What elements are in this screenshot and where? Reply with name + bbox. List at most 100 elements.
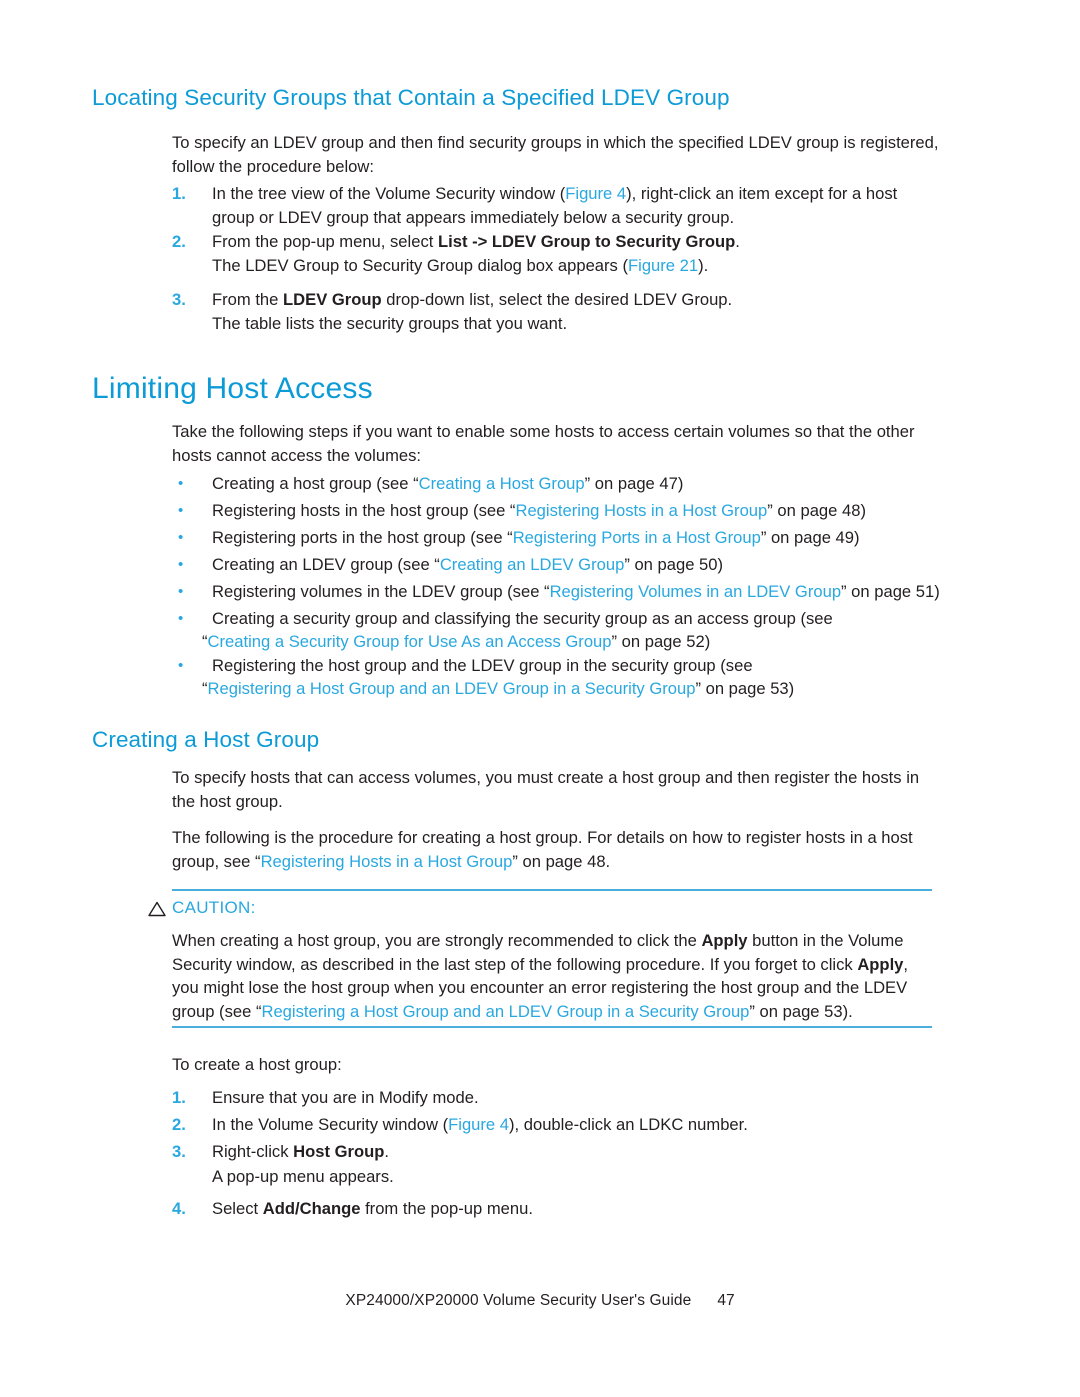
cross-reference-link[interactable]: Figure 4 [565,184,626,203]
step-text-a: From the [212,290,284,309]
bullet-text-post: ” on page 48) [767,501,866,520]
caution-bottom-rule [172,1026,932,1028]
list-item: 1. Ensure that you are in Modify mode. [172,1086,940,1110]
page-footer: XP24000/XP20000 Volume Security User's G… [0,1292,1080,1310]
step-text-a: Right-click [212,1142,294,1161]
list-item-text: Registering the host group and the LDEV … [212,656,753,675]
bullet-icon: • [178,556,184,573]
list-item-text: Registering ports in the host group (see… [212,526,940,550]
cross-reference-link[interactable]: Figure 4 [448,1115,509,1134]
substep-text-a: The LDEV Group to Security Group dialog … [212,256,628,275]
section-3-paragraph-1: To specify hosts that can access volumes… [172,768,920,811]
step-text-b: drop-down list, select the desired LDEV … [381,290,733,309]
bullet-icon: • [178,610,184,627]
step-text-b: . [384,1142,390,1161]
apply-button-bold: Apply [701,931,748,950]
section-3-paragraph-2: The following is the procedure for creat… [172,826,940,873]
cross-reference-link[interactable]: Registering a Host Group and an LDEV Gro… [208,679,696,698]
document-page: Locating Security Groups that Contain a … [0,0,1080,1397]
list-item-subtext: The table lists the security groups that… [212,314,568,333]
list-item-continuation: “Registering a Host Group and an LDEV Gr… [202,677,930,701]
footer-page-number: 47 [717,1292,735,1309]
cross-reference-link[interactable]: Registering Hosts in a Host Group [515,501,767,520]
step-text-b: ), double-click an LDKC number. [509,1115,748,1134]
section-1-intro-paragraph: To specify an LDEV group and then find s… [172,133,939,176]
list-item: 2. From the pop-up menu, select List -> … [172,230,940,254]
bullet-icon: • [178,502,184,519]
list-item-number: 1. [172,1088,186,1107]
list-item-number: 4. [172,1199,186,1218]
bullet-icon: • [178,583,184,600]
substep-text-b: ). [698,256,709,275]
list-item-text: Registering volumes in the LDEV group (s… [212,580,940,604]
footer-document-title: XP24000/XP20000 Volume Security User's G… [345,1292,692,1309]
cross-reference-link[interactable]: Registering Hosts in a Host Group [261,852,513,871]
field-label-bold: LDEV Group [283,290,382,309]
list-item: • Registering the host group and the LDE… [172,654,940,678]
host-group-bold: Host Group [293,1142,385,1161]
section-heading-locating-security-groups: Locating Security Groups that Contain a … [92,85,730,110]
bullet-text-pre: Registering hosts in the host group (see… [212,501,516,520]
list-item: • Creating an LDEV group (see “Creating … [172,553,940,577]
caution-top-rule [172,889,932,891]
cross-reference-link[interactable]: Creating a Host Group [419,474,585,493]
bullet-text-post: ” on page 53) [695,679,795,698]
bullet-text-post: ” on page 49) [760,528,860,547]
list-item: 4. Select Add/Change from the pop-up men… [172,1197,940,1221]
list-item-text: Creating a security group and classifyin… [212,609,833,628]
menu-path-bold: List -> LDEV Group to Security Group [437,232,736,251]
list-item: 3. Right-click Host Group. [172,1140,940,1164]
list-item-text: From the pop-up menu, select List -> LDE… [212,230,940,254]
step-text-a: From the pop-up menu, select [212,232,438,251]
cross-reference-link[interactable]: Registering Volumes in an LDEV Group [550,582,841,601]
list-item: • Creating a host group (see “Creating a… [172,472,940,496]
add-change-bold: Add/Change [262,1199,361,1218]
list-item-text: In the Volume Security window (Figure 4)… [212,1113,940,1137]
section-heading-limiting-host-access: Limiting Host Access [92,372,373,405]
step-text-b: . [735,232,740,251]
bullet-text-pre: Creating an LDEV group (see “ [212,555,440,574]
bullet-text-pre: Registering volumes in the LDEV group (s… [212,582,550,601]
list-item: • Registering volumes in the LDEV group … [172,580,940,604]
bullet-text-pre: Creating a host group (see “ [212,474,419,493]
list-item-continuation: “Creating a Security Group for Use As an… [202,630,930,654]
list-item-text: Select Add/Change from the pop-up menu. [212,1197,940,1221]
bullet-text-post: ” on page 52) [611,632,711,651]
caution-label: CAUTION: [172,898,256,917]
bullet-icon: • [178,529,184,546]
list-item-subtext: The LDEV Group to Security Group dialog … [212,254,940,278]
list-item-text: Registering hosts in the host group (see… [212,499,940,523]
list-item-text: In the tree view of the Volume Security … [212,182,940,229]
section-2-intro-paragraph: Take the following steps if you want to … [172,422,915,465]
list-item-number: 2. [172,1115,186,1134]
step-text-b: from the pop-up menu. [360,1199,533,1218]
section-heading-creating-a-host-group: Creating a Host Group [92,727,320,752]
paragraph-text-b: ” on page 48. [512,851,611,871]
cross-reference-link[interactable]: Creating an LDEV Group [440,555,624,574]
list-item-number: 3. [172,1142,186,1161]
cross-reference-link[interactable]: Creating a Security Group for Use As an … [208,632,612,651]
list-item: 2. In the Volume Security window (Figure… [172,1113,940,1137]
list-item-text: Creating a host group (see “Creating a H… [212,472,940,496]
bullet-text-post: ” on page 47) [584,474,684,493]
list-item-text: Creating an LDEV group (see “Creating an… [212,553,940,577]
list-item-text: From the LDEV Group drop-down list, sele… [212,288,940,312]
cross-reference-link[interactable]: Figure 21 [628,256,698,275]
bullet-text-post: ” on page 50) [624,555,724,574]
warning-triangle-icon [148,901,166,917]
list-item: • Creating a security group and classify… [172,607,940,631]
bullet-text-pre: Registering ports in the host group (see… [212,528,513,547]
apply-button-bold: Apply [857,954,904,974]
list-item: • Registering ports in the host group (s… [172,526,940,550]
caution-text-4: ” on page 53). [749,1001,853,1021]
list-item-number: 1. [172,184,186,203]
list-item: 3. From the LDEV Group drop-down list, s… [172,288,940,312]
list-item: 1. In the tree view of the Volume Securi… [172,182,940,229]
list-item-text: Right-click Host Group. [212,1140,940,1164]
cross-reference-link[interactable]: Registering Ports in a Host Group [513,528,761,547]
cross-reference-link[interactable]: Registering a Host Group and an LDEV Gro… [261,1002,749,1021]
bullet-icon: • [178,657,184,674]
step-text-a: Select [212,1199,263,1218]
list-item-text: Ensure that you are in Modify mode. [212,1088,479,1107]
bullet-icon: • [178,475,184,492]
